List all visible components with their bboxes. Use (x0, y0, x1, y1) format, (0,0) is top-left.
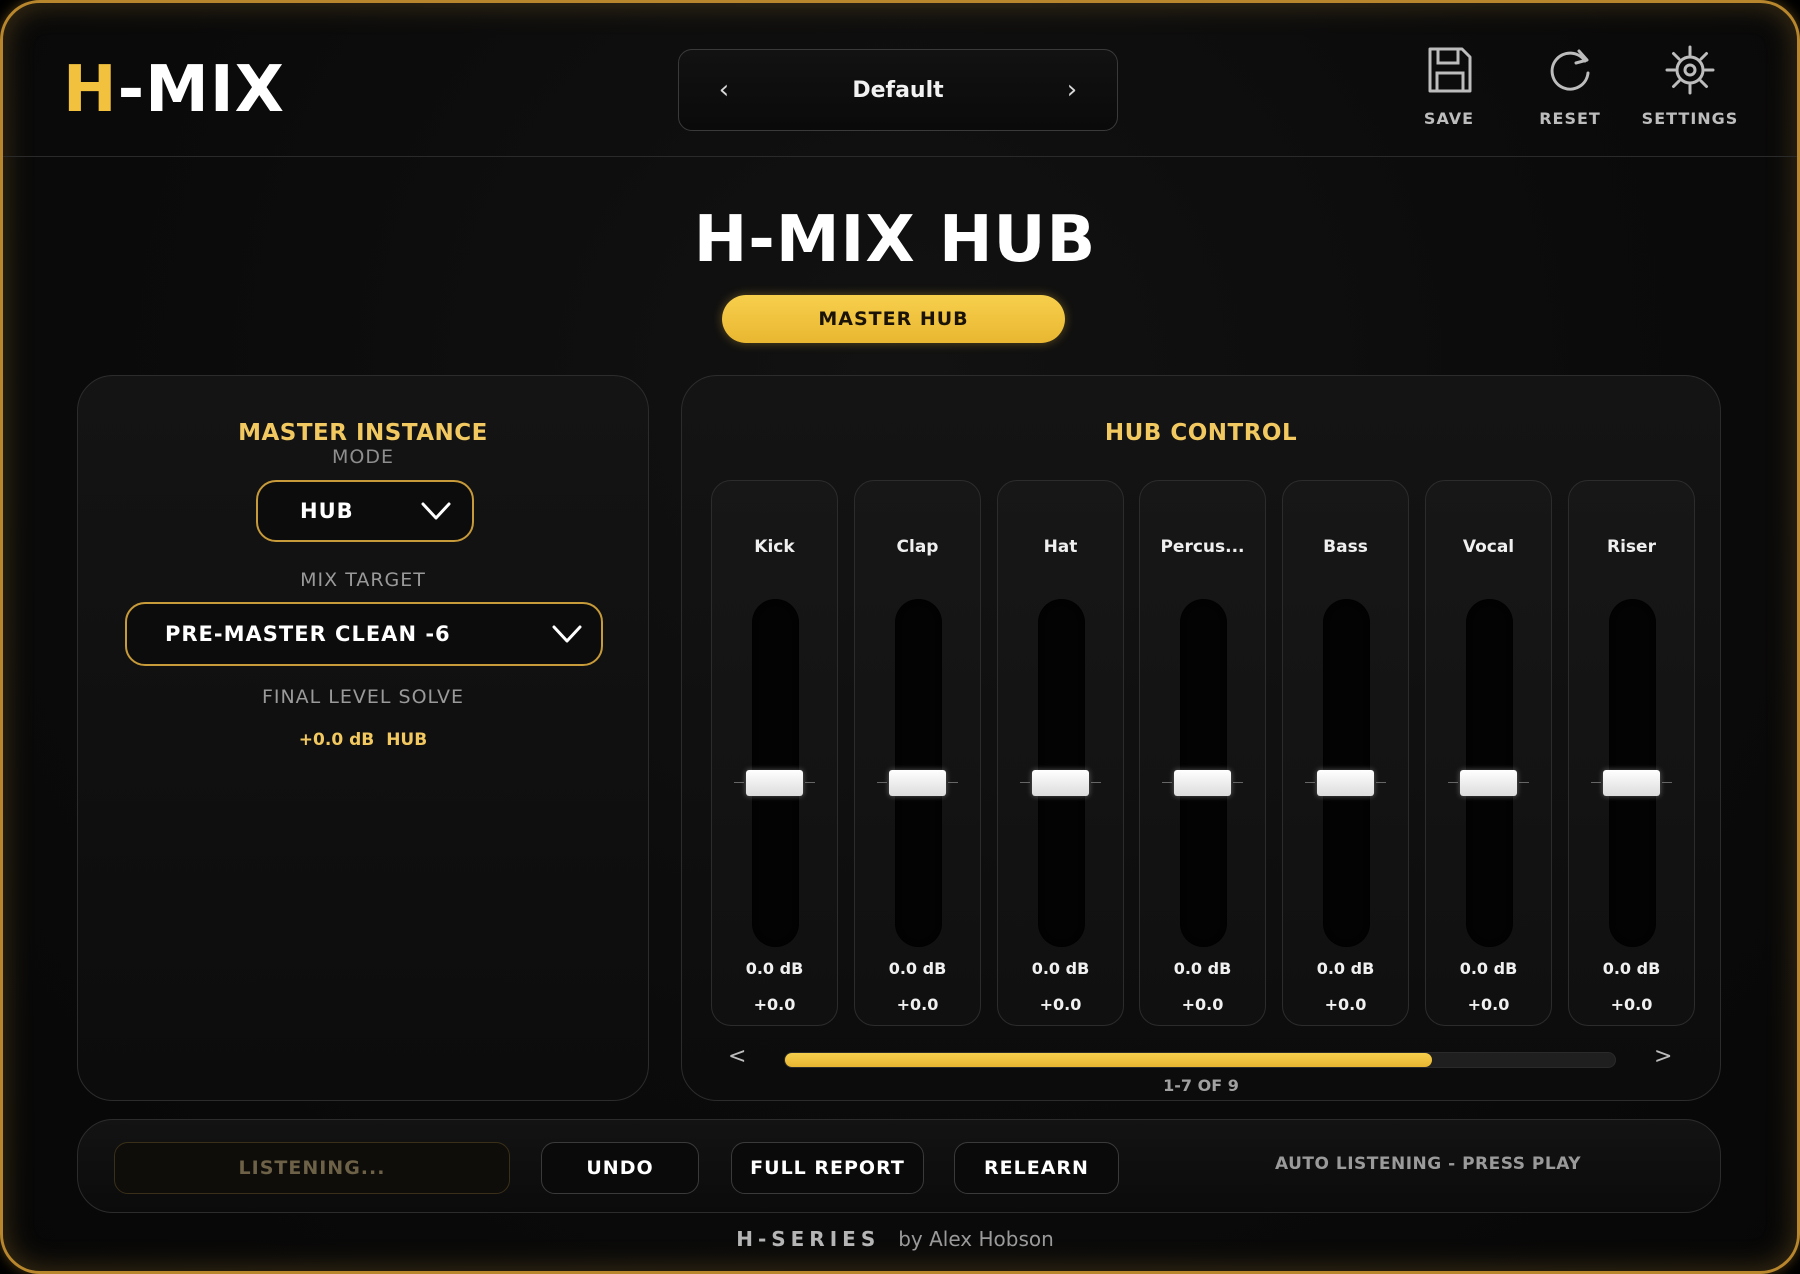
channel-strip: Kick 0.0 dB +0.0 (711, 480, 838, 1026)
page-title: H-MIX HUB (693, 203, 1097, 277)
page-indicator: 1-7 OF 9 (1163, 1076, 1239, 1095)
channel-strip-list: Kick 0.0 dB +0.0 Clap 0.0 dB +0.0 Hat 0.0 dB +0.… (711, 480, 1695, 1026)
final-level-solve-label: FINAL LEVEL SOLVE (261, 686, 465, 708)
channel-scrollbar[interactable] (784, 1052, 1616, 1068)
channel-offset-value: +0.0 (1324, 995, 1367, 1014)
fader-handle[interactable] (734, 770, 815, 796)
listening-status: LISTENING... (114, 1142, 510, 1194)
preset-selector: ‹ Default › (678, 49, 1118, 131)
channel-strip: Hat 0.0 dB +0.0 (997, 480, 1124, 1026)
channel-db-value: 0.0 dB (1316, 959, 1375, 978)
channel-name: Clap (896, 537, 939, 557)
reset-label: RESET (1539, 109, 1601, 128)
fader-handle[interactable] (1020, 770, 1101, 796)
save-icon (1428, 47, 1472, 93)
final-level-db: +0.0 dB (298, 730, 375, 750)
scroll-right-button[interactable]: > (1654, 1044, 1672, 1069)
mix-target-label: MIX TARGET (300, 569, 426, 591)
save-label: SAVE (1423, 109, 1475, 128)
logo-text-mix: -MIX (117, 53, 285, 127)
channel-strip: Percus... 0.0 dB +0.0 (1139, 480, 1266, 1026)
full-report-button[interactable]: FULL REPORT (731, 1142, 924, 1194)
master-instance-heading: MASTER INSTANCE (238, 420, 488, 446)
channel-db-value: 0.0 dB (745, 959, 804, 978)
channel-strip: Riser 0.0 dB +0.0 (1568, 480, 1695, 1026)
footer: H-SERIES by Alex Hobson (3, 1227, 1787, 1251)
chevron-down-icon (421, 502, 451, 520)
preset-next-button[interactable]: › (1057, 75, 1087, 105)
channel-name: Percus... (1160, 537, 1245, 557)
fader-handle[interactable] (1162, 770, 1243, 796)
fader-handle[interactable] (1448, 770, 1529, 796)
save-button[interactable]: SAVE (1389, 43, 1509, 128)
mode-label: MODE (332, 446, 394, 468)
relearn-button[interactable]: RELEARN (954, 1142, 1119, 1194)
channel-offset-value: +0.0 (1610, 995, 1653, 1014)
master-hub-button[interactable]: MASTER HUB (722, 295, 1065, 343)
channel-strip: Bass 0.0 dB +0.0 (1282, 480, 1409, 1026)
plugin-window: H-MIX ‹ Default › SAVE RESET SETTINGS H-… (0, 0, 1800, 1274)
mode-dropdown[interactable]: HUB (256, 480, 474, 542)
channel-offset-value: +0.0 (896, 995, 939, 1014)
fader-handle[interactable] (1591, 770, 1672, 796)
channel-strip: Vocal 0.0 dB +0.0 (1425, 480, 1552, 1026)
channel-db-value: 0.0 dB (888, 959, 947, 978)
auto-listening-status: AUTO LISTENING - PRESS PLAY (1274, 1154, 1582, 1174)
channel-offset-value: +0.0 (1039, 995, 1082, 1014)
reset-icon (1550, 49, 1590, 91)
series-name: H-SERIES (736, 1227, 881, 1251)
hub-control-heading: HUB CONTROL (1104, 420, 1298, 446)
channel-strip: Clap 0.0 dB +0.0 (854, 480, 981, 1026)
channel-db-value: 0.0 dB (1459, 959, 1518, 978)
settings-gear-icon (1665, 45, 1715, 95)
channel-name: Bass (1323, 537, 1368, 557)
channel-name: Vocal (1462, 537, 1515, 557)
chevron-down-icon (552, 625, 582, 643)
top-bar: H-MIX ‹ Default › SAVE RESET SETTINGS (3, 3, 1797, 157)
channel-name: Kick (754, 537, 795, 557)
channel-db-value: 0.0 dB (1173, 959, 1232, 978)
channel-name: Hat (1043, 537, 1078, 557)
settings-label: SETTINGS (1641, 109, 1739, 128)
mode-value: HUB (300, 499, 354, 523)
final-level-tag: HUB (386, 730, 428, 750)
settings-button[interactable]: SETTINGS (1630, 43, 1750, 128)
hub-control-panel: HUB CONTROL Kick 0.0 dB +0.0 Clap 0.0 dB +0.0… (681, 375, 1721, 1101)
fader-handle[interactable] (1305, 770, 1386, 796)
preset-name[interactable]: Default (852, 78, 943, 103)
channel-offset-value: +0.0 (753, 995, 796, 1014)
channel-offset-value: +0.0 (1467, 995, 1510, 1014)
author-credit: by Alex Hobson (898, 1227, 1054, 1251)
channel-name: Riser (1607, 537, 1656, 557)
preset-prev-button[interactable]: ‹ (709, 75, 739, 105)
undo-button[interactable]: UNDO (541, 1142, 699, 1194)
logo-letter-h: H (63, 53, 118, 127)
mix-target-dropdown[interactable]: PRE-MASTER CLEAN -6 (125, 602, 603, 666)
app-logo: H-MIX (63, 55, 285, 125)
fader-handle[interactable] (877, 770, 958, 796)
channel-offset-value: +0.0 (1181, 995, 1224, 1014)
channel-scrollbar-thumb[interactable] (785, 1053, 1433, 1067)
channel-db-value: 0.0 dB (1602, 959, 1661, 978)
bottom-bar: LISTENING... UNDO FULL REPORT RELEARN AU… (77, 1119, 1721, 1213)
final-level-solve-value: +0.0 dB HUB (78, 730, 648, 750)
scroll-left-button[interactable]: < (728, 1044, 746, 1069)
master-instance-panel: MASTER INSTANCE MODE HUB MIX TARGET PRE-… (77, 375, 649, 1101)
mix-target-value: PRE-MASTER CLEAN -6 (165, 622, 451, 646)
reset-button[interactable]: RESET (1510, 43, 1630, 128)
channel-db-value: 0.0 dB (1031, 959, 1090, 978)
